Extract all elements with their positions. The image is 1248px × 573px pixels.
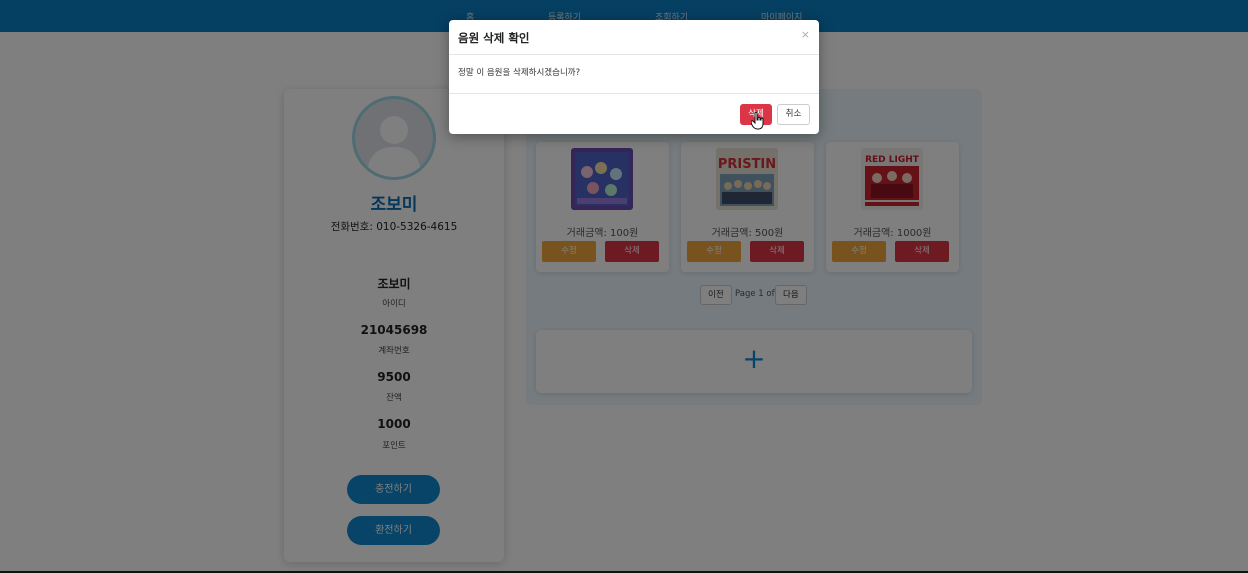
modal-title: 음원 삭제 확인 (458, 31, 530, 45)
cancel-button[interactable]: 취소 (777, 104, 810, 125)
modal-divider (449, 93, 819, 94)
modal-divider (449, 54, 819, 55)
delete-confirm-modal: 음원 삭제 확인 × 정말 이 음원을 삭제하시겠습니까? 삭제 취소 (449, 20, 819, 134)
modal-message: 정말 이 음원을 삭제하시겠습니까? (458, 68, 581, 78)
close-icon[interactable]: × (801, 28, 810, 41)
hand-cursor-icon (751, 112, 764, 130)
